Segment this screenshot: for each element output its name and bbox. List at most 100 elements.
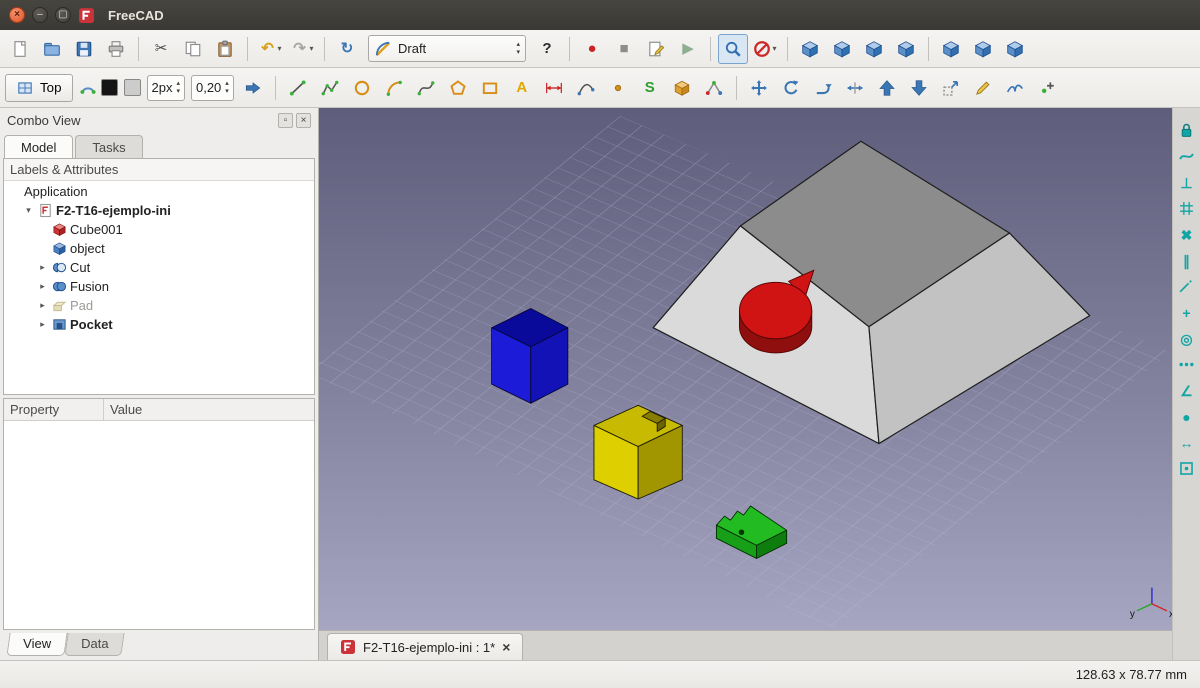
snap-ortho-button[interactable]: + [1174,300,1200,325]
tab-data[interactable]: Data [64,633,125,656]
panel-float-icon[interactable]: ▫ [278,113,293,128]
draft-wire-button[interactable] [315,73,345,103]
draft-bezier-button[interactable] [571,73,601,103]
construction-mode-icon[interactable] [79,79,97,97]
model-tree[interactable]: Application▾F2-T16-ejemplo-iniCube001obj… [4,181,314,394]
redo-dropdown-arrow[interactable]: ▾ [309,44,313,53]
expander-icon[interactable]: ▸ [36,319,49,330]
macro-record-button[interactable]: ● [577,34,607,64]
expander-icon[interactable]: ▸ [36,281,49,292]
refresh-button[interactable]: ↻ [332,34,362,64]
macro-edit-button[interactable] [641,34,671,64]
view-rear-button[interactable] [936,34,966,64]
text-scale-spinner[interactable]: 0,20 ▴▾ [191,75,234,101]
expander-icon[interactable]: ▸ [36,300,49,311]
tree-item-pad[interactable]: ▸Pad [4,296,314,315]
draft-line-button[interactable] [283,73,313,103]
undo-button[interactable]: ↶▾ [255,34,285,64]
workbench-selector[interactable]: Draft ▴▾ [368,35,526,62]
apply-style-button[interactable] [238,73,268,103]
snap-intersection-button[interactable]: ✖ [1174,222,1200,247]
snap-lock-button[interactable] [1174,118,1200,143]
line-width-spin-arrows[interactable]: ▴▾ [176,80,180,95]
draft-to-sketch-button[interactable] [699,73,729,103]
draft-bspline-button[interactable] [411,73,441,103]
box-zoom-button[interactable] [718,34,748,64]
tree-item-cut[interactable]: ▸Cut [4,258,314,277]
face-color-swatch[interactable] [124,79,141,96]
view-right-button[interactable] [891,34,921,64]
snap-extension-button[interactable] [1174,274,1200,299]
macro-stop-button[interactable]: ■ [609,34,639,64]
draft-rectangle-button[interactable] [475,73,505,103]
snap-working-plane-button[interactable] [1174,456,1200,481]
draft-facebinder-button[interactable] [667,73,697,103]
snap-near-button[interactable] [1174,144,1200,169]
blue-cube[interactable] [492,309,568,404]
tab-model[interactable]: Model [4,135,73,158]
window-minimize-button[interactable]: – [32,7,48,23]
draft-downgrade-button[interactable] [904,73,934,103]
draft-upgrade-button[interactable] [872,73,902,103]
undo-dropdown-arrow[interactable]: ▾ [277,44,281,53]
document-tab[interactable]: F2-T16-ejemplo-ini : 1* × [327,633,523,660]
draft-circle-button[interactable] [347,73,377,103]
tree-item-fusion[interactable]: ▸Fusion [4,277,314,296]
document-tab-close-icon[interactable]: × [502,639,510,655]
line-width-spinner[interactable]: 2px ▴▾ [147,75,185,101]
print-button[interactable] [101,34,131,64]
draft-offset-button[interactable] [808,73,838,103]
view-front-button[interactable] [827,34,857,64]
view-bottom-button[interactable] [968,34,998,64]
snap-center-button[interactable]: ◎ [1174,326,1200,351]
open-file-button[interactable] [37,34,67,64]
expander-icon[interactable]: ▾ [22,205,35,216]
draft-join-button[interactable] [1000,73,1030,103]
draft-scale-button[interactable] [936,73,966,103]
snap-parallel-button[interactable]: ∥ [1174,248,1200,273]
paste-button[interactable] [210,34,240,64]
view-left-button[interactable] [1000,34,1030,64]
snap-perpendicular-button[interactable]: ⊥ [1174,170,1200,195]
snap-grid-button[interactable] [1174,196,1200,221]
draft-dimension-button[interactable] [539,73,569,103]
copy-button[interactable] [178,34,208,64]
tab-tasks[interactable]: Tasks [75,135,142,158]
cut-button[interactable]: ✂ [146,34,176,64]
tree-item-f2-t16-ejemplo-ini[interactable]: ▾F2-T16-ejemplo-ini [4,201,314,220]
panel-close-icon[interactable]: × [296,113,311,128]
workbench-spin-arrows[interactable]: ▴▾ [516,41,520,56]
draft-rotate-button[interactable] [776,73,806,103]
whats-this-button[interactable]: ? [532,34,562,64]
draft-add-point-button[interactable] [1032,73,1062,103]
snap-angle-button[interactable]: ∠ [1174,378,1200,403]
draft-shapestring-button[interactable]: S [635,73,665,103]
new-file-button[interactable] [5,34,35,64]
redo-button[interactable]: ↷▾ [287,34,317,64]
draft-edit-button[interactable] [968,73,998,103]
view-axonometric-button[interactable] [795,34,825,64]
text-scale-spin-arrows[interactable]: ▴▾ [225,80,229,95]
3d-viewport[interactable]: x y [319,108,1172,630]
tab-view[interactable]: View [6,633,67,656]
draft-point-button[interactable] [603,73,633,103]
snap-special-button[interactable] [1174,352,1200,377]
expander-icon[interactable]: ▸ [36,262,49,273]
draft-text-button[interactable]: A [507,73,537,103]
line-color-swatch[interactable] [101,79,118,96]
window-close-button[interactable]: × [9,7,25,23]
view-top-button[interactable] [859,34,889,64]
working-plane-button[interactable]: Top [5,74,73,102]
draw-style-dropdown-arrow[interactable]: ▾ [772,44,776,53]
draft-move-button[interactable] [744,73,774,103]
macro-play-button[interactable]: ▶ [673,34,703,64]
snap-dimensions-button[interactable]: ↔ [1174,430,1200,455]
tree-item-application[interactable]: Application [4,182,314,201]
save-file-button[interactable] [69,34,99,64]
yellow-cube[interactable] [594,405,682,499]
draw-style-button[interactable]: ▾ [750,34,780,64]
snap-midpoint-button[interactable]: ● [1174,404,1200,429]
draft-polygon-button[interactable] [443,73,473,103]
tree-item-pocket[interactable]: ▸Pocket [4,315,314,334]
window-maximize-button[interactable]: ▢ [55,7,71,23]
